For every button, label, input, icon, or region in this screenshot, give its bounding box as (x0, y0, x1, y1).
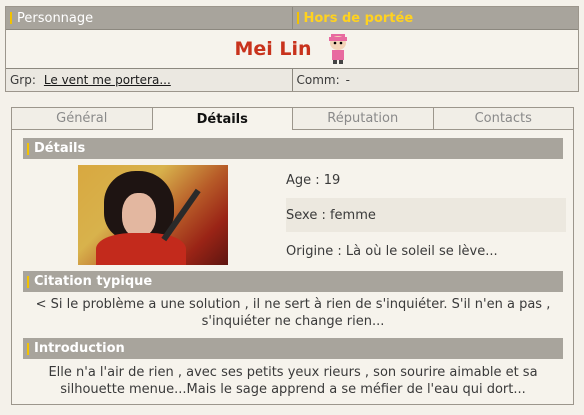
group-link[interactable]: Le vent me portera... (44, 73, 171, 87)
accent-bar (27, 142, 29, 155)
introduction-section-header: Introduction (23, 338, 563, 359)
south-park-avatar-icon (326, 33, 350, 65)
introduction-body: Elle n'a l'air de rien , avec ses petits… (23, 364, 563, 398)
citation-title: Citation typique (34, 274, 153, 289)
character-header: Personnage Hors de portée Mei Lin Grp: L… (5, 6, 579, 92)
comment-value: - (345, 73, 350, 87)
age-value: Age : 19 (286, 172, 341, 188)
introduction-line: Elle n'a l'air de rien , avec ses petits… (48, 365, 538, 380)
citation-line: s'inquiéter ne change rien... (201, 314, 385, 329)
sexe-field: Sexe : femme (286, 198, 566, 232)
status-label: Hors de portée (303, 10, 414, 26)
age-field: Age : 19 (286, 163, 566, 197)
sexe-value: Sexe : femme (286, 207, 376, 223)
name-row: Mei Lin (6, 29, 578, 69)
header-row: Personnage Hors de portée (6, 7, 578, 29)
citation-section-header: Citation typique (23, 271, 563, 292)
status-header: Hors de portée (291, 7, 579, 29)
origine-field: Origine : Là où le soleil se lève... (286, 234, 566, 268)
details-section-header: Détails (23, 138, 563, 159)
citation-line: < Si le problème a une solution , il ne … (35, 297, 551, 312)
character-name: Mei Lin (234, 38, 312, 60)
personnage-header: Personnage (6, 7, 292, 29)
tab-contacts[interactable]: Contacts (433, 108, 573, 130)
group-label: Grp: (10, 73, 36, 87)
tab-details[interactable]: Détails (152, 108, 293, 130)
introduction-title: Introduction (34, 341, 125, 356)
character-portrait (78, 165, 228, 265)
accent-bar (296, 12, 299, 24)
tab-reputation[interactable]: Réputation (293, 108, 434, 130)
citation-body: < Si le problème a une solution , il ne … (23, 296, 563, 330)
accent-bar (27, 342, 29, 355)
origine-value: Origine : Là où le soleil se lève... (286, 243, 498, 259)
group-cell: Grp: Le vent me portera... (6, 69, 292, 91)
details-title: Détails (34, 141, 86, 156)
personnage-label: Personnage (17, 10, 94, 26)
tab-bar: Général Détails Réputation Contacts (12, 108, 573, 130)
accent-bar (10, 12, 12, 24)
profile-panel: Général Détails Réputation Contacts Déta… (11, 107, 574, 405)
comment-cell: Comm: - (291, 69, 579, 91)
tab-general[interactable]: Général (12, 108, 153, 130)
comment-label: Comm: (296, 73, 340, 87)
accent-bar (27, 275, 29, 288)
introduction-line: silhouette menue...Mais le sage apprend … (60, 382, 526, 397)
info-row: Grp: Le vent me portera... Comm: - (6, 69, 578, 91)
